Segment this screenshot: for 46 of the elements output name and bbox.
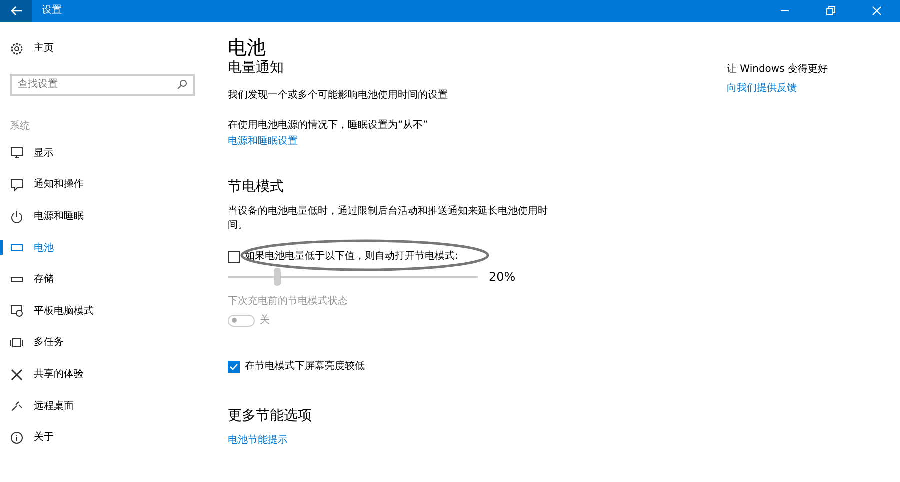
page-title: 电池 — [228, 36, 267, 60]
aside-text: 让 Windows 变得更好 — [727, 62, 828, 77]
slider-thumb[interactable] — [274, 268, 281, 286]
settings-link[interactable]: 电源和睡眠设置 — [228, 134, 298, 149]
feedback-link[interactable]: 向我们提供反馈 — [727, 81, 797, 96]
checkbox[interactable] — [228, 250, 240, 262]
checkbox[interactable] — [228, 360, 240, 372]
restore-icon — [825, 5, 837, 17]
info-icon — [10, 430, 24, 445]
sidebar-item[interactable]: 电池 — [0, 232, 200, 264]
speech-bubble-icon — [10, 178, 24, 192]
multitask-icon — [10, 336, 24, 350]
sidebar-item[interactable]: 电源和睡眠 — [0, 200, 200, 232]
sidebar-item[interactable]: 共享的体验 — [0, 358, 200, 390]
body-text: 在使用电池电源的情况下，睡眠设置为“从不” — [228, 118, 430, 133]
sidebar-item[interactable]: 平板电脑模式 — [0, 296, 200, 328]
remote-icon — [10, 399, 24, 414]
tablet-icon — [10, 304, 24, 318]
body-text: 当设备的电池电量低时，通过限制后台活动和推送通知来延长电池使用时间。 — [228, 205, 549, 233]
close-icon — [871, 5, 883, 17]
gear-icon — [10, 42, 24, 56]
power-icon — [10, 210, 24, 224]
home-item[interactable]: 主页 — [0, 33, 200, 65]
search-field[interactable]: 查找设置 — [10, 74, 195, 96]
section-heading: 电量通知 — [228, 59, 285, 77]
sidebar-item[interactable]: 通知和操作 — [0, 169, 200, 201]
sidebar-item[interactable]: 存储 — [0, 264, 200, 296]
window-title: 设置 — [41, 4, 62, 18]
checkbox-label: 在节电模式下屏幕亮度较低 — [245, 360, 365, 374]
sidebar-item[interactable]: 远程桌面 — [0, 390, 200, 422]
section-heading: 节电模式 — [228, 178, 285, 196]
search-icon — [176, 78, 188, 91]
check-icon — [229, 362, 239, 372]
slider-value: 20% — [489, 269, 516, 286]
toggle-label: 关 — [260, 314, 270, 328]
section-label: 系统 — [10, 120, 31, 134]
setting-label: 下次充电前的节电模式状态 — [228, 294, 349, 309]
back-button[interactable] — [0, 0, 32, 22]
monitor-icon — [10, 146, 24, 160]
body-text: 我们发现一个或多个可能影响电池使用时间的设置 — [228, 88, 449, 103]
sidebar-item[interactable]: 多任务 — [0, 327, 200, 359]
sidebar-item[interactable]: 关于 — [0, 422, 200, 454]
tips-link[interactable]: 电池节能提示 — [228, 433, 288, 448]
section-heading: 更多节能选项 — [228, 407, 313, 425]
sidebar-item[interactable]: 显示 — [0, 138, 200, 170]
back-icon — [10, 5, 22, 17]
